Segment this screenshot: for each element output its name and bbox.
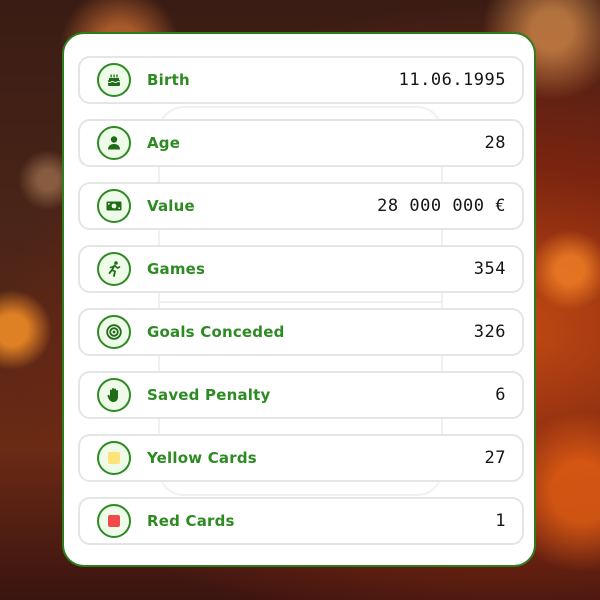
- stat-row-value: Value 28 000 000 €: [78, 182, 524, 230]
- stat-label: Red Cards: [147, 512, 235, 530]
- stat-row-games: Games 354: [78, 245, 524, 293]
- yellow-card-icon: [97, 441, 131, 475]
- stat-row-red-cards: Red Cards 1: [78, 497, 524, 545]
- red-card-icon: [97, 504, 131, 538]
- stat-value: 27: [484, 448, 506, 468]
- player-stats-card: Birth 11.06.1995 Age 28 Value 28 000 000…: [62, 32, 536, 567]
- stat-label: Age: [147, 134, 181, 152]
- stat-row-saved-penalty: Saved Penalty 6: [78, 371, 524, 419]
- stat-row-goals-conceded: Goals Conceded 326: [78, 308, 524, 356]
- stat-label: Value: [147, 197, 195, 215]
- stat-row-birth: Birth 11.06.1995: [78, 56, 524, 104]
- cake-icon: [97, 63, 131, 97]
- stat-label: Saved Penalty: [147, 386, 271, 404]
- target-icon: [97, 315, 131, 349]
- stat-value: 11.06.1995: [398, 70, 506, 90]
- money-icon: [97, 189, 131, 223]
- stat-row-yellow-cards: Yellow Cards 27: [78, 434, 524, 482]
- stat-value: 28 000 000 €: [377, 196, 506, 216]
- stat-value: 28: [484, 133, 506, 153]
- stat-label: Birth: [147, 71, 190, 89]
- stat-label: Goals Conceded: [147, 323, 285, 341]
- stat-value: 1: [495, 511, 506, 531]
- stat-label: Games: [147, 260, 206, 278]
- stat-label: Yellow Cards: [147, 449, 257, 467]
- stat-value: 354: [473, 259, 506, 279]
- stat-value: 326: [473, 322, 506, 342]
- running-player-icon: [97, 252, 131, 286]
- person-icon: [97, 126, 131, 160]
- stat-row-age: Age 28: [78, 119, 524, 167]
- stat-value: 6: [495, 385, 506, 405]
- hand-icon: [97, 378, 131, 412]
